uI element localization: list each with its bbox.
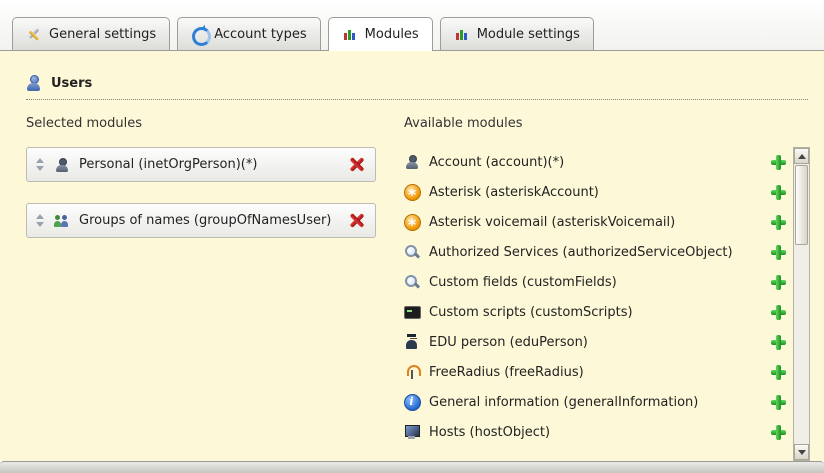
lam-config-window: General settings Account types Modules M… — [0, 0, 824, 473]
available-modules-column: Available modules Account (account)(*) — [404, 116, 810, 461]
available-module-row: FreeRadius (freeRadius) — [404, 357, 793, 387]
add-module-button[interactable] — [771, 215, 786, 230]
remove-module-button[interactable] — [349, 213, 364, 228]
module-label: Asterisk voicemail (asteriskVoicemail) — [429, 215, 762, 230]
magnifier-icon — [404, 244, 420, 260]
group-icon — [54, 213, 70, 229]
up-arrow-icon — [798, 150, 806, 159]
selected-modules-column: Selected modules Personal (inetOrgPerson… — [26, 116, 376, 461]
available-modules-wrap: Account (account)(*) Asterisk (asteriskA… — [404, 147, 810, 461]
module-label: Custom fields (customFields) — [429, 275, 762, 290]
drag-handle-icon[interactable] — [35, 213, 45, 228]
drag-handle-icon[interactable] — [35, 157, 45, 172]
chart-icon — [454, 26, 470, 42]
add-module-button[interactable] — [771, 425, 786, 440]
add-module-button[interactable] — [771, 305, 786, 320]
available-module-row: Account (account)(*) — [404, 147, 793, 177]
person-icon — [404, 154, 420, 170]
tab-label: Account types — [214, 27, 306, 42]
module-label: Custom scripts (customScripts) — [429, 305, 762, 320]
add-module-button[interactable] — [771, 335, 786, 350]
selected-modules-list: Personal (inetOrgPerson)(*) Groups of na… — [26, 147, 376, 238]
module-label: Groups of names (groupOfNamesUser) — [79, 213, 340, 228]
available-module-row: General information (generalInformation) — [404, 387, 793, 417]
wrench-icon — [26, 26, 42, 42]
asterisk-icon — [404, 184, 420, 200]
content-area: Users Selected modules Personal (inetOrg… — [0, 51, 824, 461]
module-label: Personal (inetOrgPerson)(*) — [79, 157, 340, 172]
module-label: General information (generalInformation) — [429, 395, 762, 410]
tab[interactable]: Module settings — [440, 17, 594, 50]
available-module-row: Custom fields (customFields) — [404, 267, 793, 297]
selected-module-row: Personal (inetOrgPerson)(*) — [26, 147, 376, 182]
module-label: Asterisk (asteriskAccount) — [429, 185, 762, 200]
users-icon — [26, 75, 42, 91]
tab[interactable]: Account types — [177, 17, 320, 50]
tab-bar: General settings Account types Modules M… — [0, 0, 824, 51]
info-icon — [404, 394, 420, 410]
scrollbar-up-button[interactable] — [794, 148, 809, 164]
available-modules-list: Account (account)(*) Asterisk (asteriskA… — [404, 147, 793, 461]
add-module-button[interactable] — [771, 395, 786, 410]
magnifier-icon — [404, 274, 420, 290]
tab[interactable]: Modules — [328, 17, 433, 51]
tab-label: General settings — [49, 27, 156, 42]
scrollbar-down-button[interactable] — [794, 444, 809, 460]
selected-modules-heading: Selected modules — [26, 116, 376, 131]
module-label: Hosts (hostObject) — [429, 425, 762, 440]
available-module-row: Authorized Services (authorizedServiceOb… — [404, 237, 793, 267]
remove-module-button[interactable] — [349, 157, 364, 172]
person-icon — [54, 157, 70, 173]
available-module-row: Hosts (hostObject) — [404, 417, 793, 447]
module-label: Account (account)(*) — [429, 155, 762, 170]
refresh-icon — [191, 26, 207, 42]
available-module-row: Custom scripts (customScripts) — [404, 297, 793, 327]
available-module-row: Asterisk voicemail (asteriskVoicemail) — [404, 207, 793, 237]
section-title: Users — [51, 76, 92, 91]
module-label: Authorized Services (authorizedServiceOb… — [429, 245, 762, 260]
host-icon — [404, 424, 420, 440]
radius-icon — [404, 364, 420, 380]
available-module-row: EDU person (eduPerson) — [404, 327, 793, 357]
users-section-heading: Users — [26, 75, 808, 100]
scrollbar[interactable] — [793, 147, 810, 461]
asterisk-icon — [404, 214, 420, 230]
tab-label: Modules — [365, 27, 419, 42]
terminal-icon — [404, 304, 420, 320]
selected-module-row: Groups of names (groupOfNamesUser) — [26, 203, 376, 238]
add-module-button[interactable] — [771, 155, 786, 170]
add-module-button[interactable] — [771, 365, 786, 380]
down-arrow-icon — [798, 450, 806, 459]
available-modules-heading: Available modules — [404, 116, 810, 131]
tab[interactable]: General settings — [12, 17, 170, 50]
add-module-button[interactable] — [771, 185, 786, 200]
module-label: FreeRadius (freeRadius) — [429, 365, 762, 380]
scrollbar-thumb[interactable] — [795, 165, 808, 245]
available-module-row: Asterisk (asteriskAccount) — [404, 177, 793, 207]
module-label: EDU person (eduPerson) — [429, 335, 762, 350]
add-module-button[interactable] — [771, 245, 786, 260]
edu-icon — [404, 334, 420, 350]
chart-icon — [342, 26, 358, 42]
add-module-button[interactable] — [771, 275, 786, 290]
modules-columns: Selected modules Personal (inetOrgPerson… — [14, 116, 810, 461]
tab-label: Module settings — [477, 27, 580, 42]
bottom-section-bar — [0, 461, 824, 473]
